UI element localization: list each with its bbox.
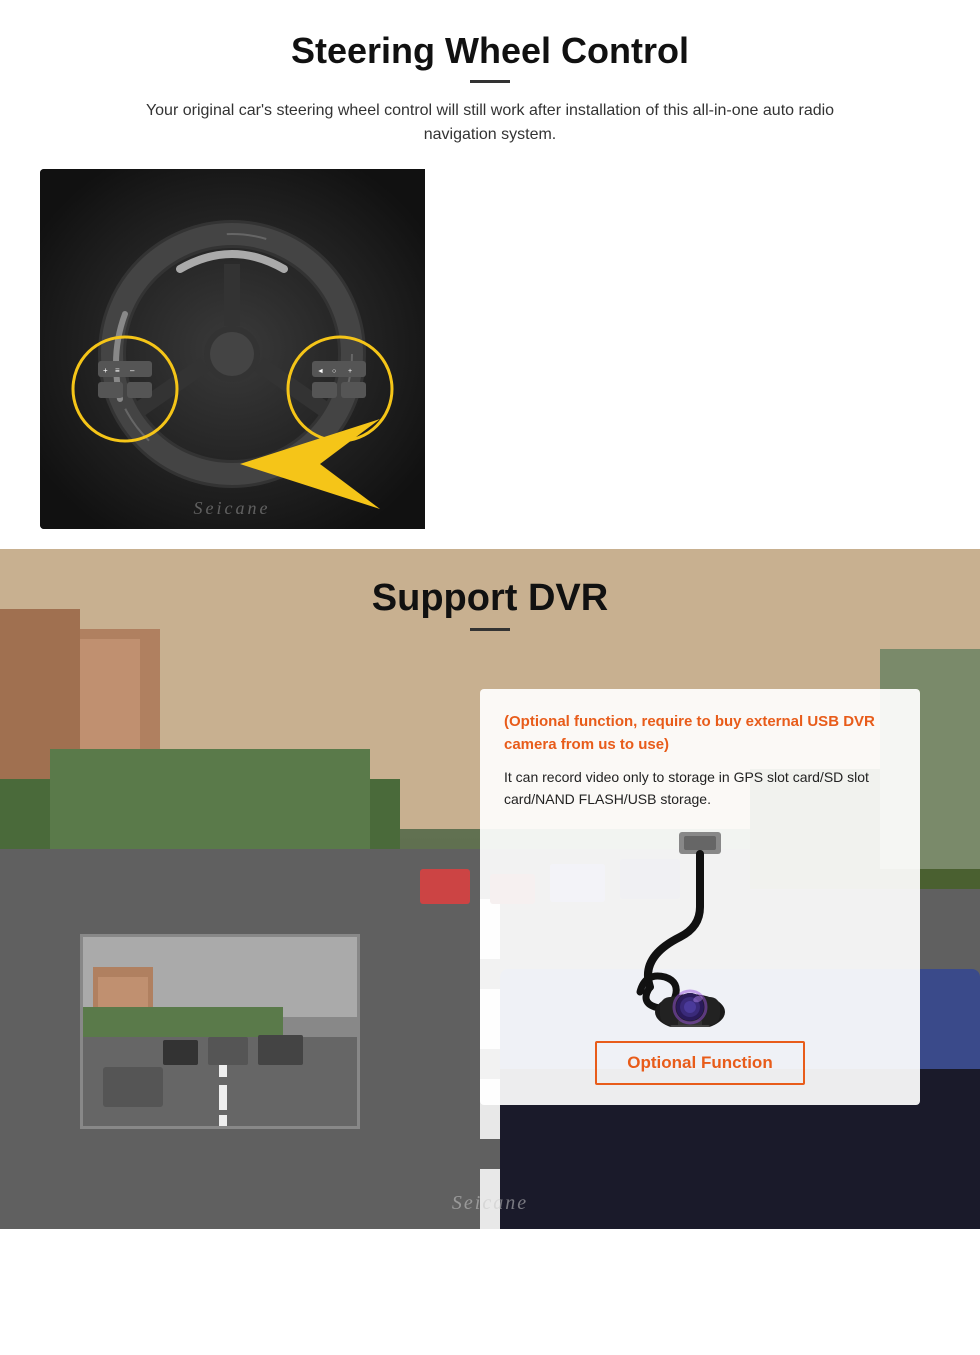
dvr-camera-svg [560, 827, 840, 1027]
dvr-title: Support DVR [40, 577, 940, 620]
dvr-card-title: (Optional function, require to buy exter… [504, 711, 896, 756]
svg-text:+: + [348, 368, 352, 375]
dvr-section: Support DVR [0, 549, 980, 1229]
svg-text:≡: ≡ [115, 366, 120, 375]
steering-wheel-svg: + ≡ – ◄ ○ + Seicane [40, 169, 425, 529]
steering-title: Steering Wheel Control [40, 30, 940, 72]
dvr-card-body: It can record video only to storage in G… [504, 766, 896, 811]
svg-text:+: + [103, 366, 108, 375]
optional-function-button[interactable]: Optional Function [595, 1041, 804, 1085]
steering-section: Steering Wheel Control Your original car… [0, 0, 980, 549]
svg-text:◄: ◄ [317, 368, 324, 375]
dvr-thumbnail-svg [83, 937, 360, 1129]
svg-text:Seicane: Seicane [194, 498, 271, 518]
dvr-info-card: (Optional function, require to buy exter… [480, 689, 920, 1105]
dvr-title-area: Support DVR [0, 549, 980, 643]
dvr-title-divider [470, 628, 510, 631]
svg-text:○: ○ [332, 368, 336, 375]
optional-function-area: Optional Function [504, 1041, 896, 1085]
steering-wheel-area: + ≡ – ◄ ○ + Seicane [40, 169, 425, 529]
dvr-camera-area [504, 827, 896, 1027]
dvr-thumbnail [80, 934, 360, 1129]
dvr-thumbnail-inner [83, 937, 357, 1126]
title-divider [470, 80, 510, 83]
steering-image: + ≡ – ◄ ○ + Seicane [40, 169, 940, 529]
svg-text:–: – [130, 366, 135, 375]
steering-subtitle: Your original car's steering wheel contr… [130, 99, 850, 147]
